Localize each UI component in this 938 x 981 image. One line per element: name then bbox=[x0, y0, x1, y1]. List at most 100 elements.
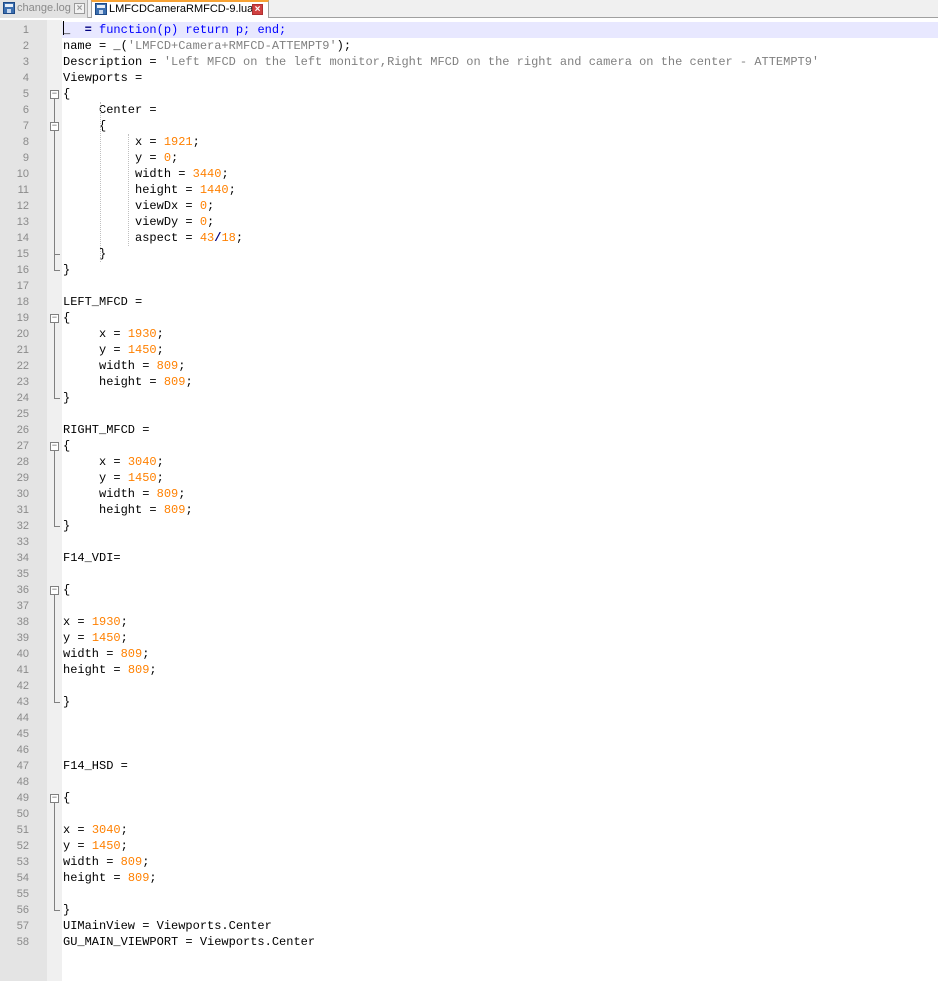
code-line[interactable]: 30 width = 809; bbox=[0, 486, 938, 502]
code-token: 'Left MFCD on the left monitor,Right MFC… bbox=[163, 55, 820, 69]
code-line[interactable]: 14 aspect = 43/18; bbox=[0, 230, 938, 246]
code-line[interactable]: 58 GU_MAIN_VIEWPORT = Viewports.Center bbox=[0, 934, 938, 950]
code-line[interactable]: 18 LEFT_MFCD = bbox=[0, 294, 938, 310]
line-number: 7 bbox=[22, 120, 29, 132]
code-line[interactable]: 38 x = 1930; bbox=[0, 614, 938, 630]
code-line[interactable]: 46 bbox=[0, 742, 938, 758]
code-text: height = 809; bbox=[63, 374, 193, 390]
code-token: ; bbox=[185, 503, 193, 517]
code-token: y = bbox=[63, 631, 92, 645]
code-line[interactable]: 11 height = 1440; bbox=[0, 182, 938, 198]
close-tab-icon[interactable]: × bbox=[74, 3, 85, 14]
code-token: 809 bbox=[127, 871, 150, 885]
code-token: ; bbox=[178, 359, 186, 373]
tab-label: LMFCDCameraRMFCD-9.lua bbox=[109, 3, 254, 15]
fold-line bbox=[54, 131, 55, 254]
code-line[interactable]: 29 y = 1450; bbox=[0, 470, 938, 486]
code-text: height = 809; bbox=[63, 662, 157, 678]
fold-collapse-icon[interactable]: − bbox=[50, 794, 59, 803]
code-line[interactable]: 52 y = 1450; bbox=[0, 838, 938, 854]
line-number: 41 bbox=[16, 664, 29, 676]
code-line[interactable]: 49 { bbox=[0, 790, 938, 806]
code-line[interactable]: 24} bbox=[0, 390, 938, 406]
code-line[interactable]: 12 viewDx = 0; bbox=[0, 198, 938, 214]
fold-collapse-icon[interactable]: − bbox=[50, 122, 59, 131]
code-line[interactable]: 4 Viewports = bbox=[0, 70, 938, 86]
save-disk-icon bbox=[95, 3, 107, 15]
code-text: y = 1450; bbox=[63, 342, 164, 358]
code-line[interactable]: 48 bbox=[0, 774, 938, 790]
line-number: 14 bbox=[16, 232, 29, 244]
code-line[interactable]: 32} bbox=[0, 518, 938, 534]
code-line[interactable]: 31 height = 809; bbox=[0, 502, 938, 518]
code-text: x = 3040; bbox=[63, 822, 128, 838]
code-token: ; bbox=[120, 631, 128, 645]
code-line[interactable]: 45 bbox=[0, 726, 938, 742]
code-line[interactable]: 33 bbox=[0, 534, 938, 550]
code-line[interactable]: 23 height = 809; bbox=[0, 374, 938, 390]
code-token: ; bbox=[149, 871, 157, 885]
line-number: 46 bbox=[16, 744, 29, 756]
code-line[interactable]: 43} bbox=[0, 694, 938, 710]
code-text: } bbox=[63, 262, 70, 278]
code-line[interactable]: 15 } bbox=[0, 246, 938, 262]
code-line[interactable]: 8 x = 1921; bbox=[0, 134, 938, 150]
code-token: 1450 bbox=[127, 343, 157, 357]
code-line[interactable]: 19 { bbox=[0, 310, 938, 326]
code-line[interactable]: 16} bbox=[0, 262, 938, 278]
code-line[interactable]: 57 UIMainView = Viewports.Center bbox=[0, 918, 938, 934]
indent-guide bbox=[100, 102, 101, 262]
code-token: x = bbox=[63, 455, 128, 469]
code-line[interactable]: 39 y = 1450; bbox=[0, 630, 938, 646]
code-line[interactable]: 21 y = 1450; bbox=[0, 342, 938, 358]
code-token: name = _( bbox=[63, 39, 128, 53]
code-token: Center = bbox=[63, 103, 157, 117]
code-line[interactable]: 34 F14_VDI= bbox=[0, 550, 938, 566]
code-line[interactable]: 28 x = 3040; bbox=[0, 454, 938, 470]
code-line[interactable]: 3 Description = 'Left MFCD on the left mo… bbox=[0, 54, 938, 70]
tab-lmfcdcamerarmfcd-9-lua[interactable]: LMFCDCameraRMFCD-9.lua × bbox=[91, 0, 269, 18]
code-line[interactable]: 22 width = 809; bbox=[0, 358, 938, 374]
code-text: } bbox=[63, 390, 70, 406]
line-number: 58 bbox=[16, 936, 29, 948]
code-token: _ bbox=[63, 23, 85, 37]
code-line[interactable]: 40 width = 809; bbox=[0, 646, 938, 662]
tab-change-log[interactable]: change.log × bbox=[0, 0, 88, 18]
code-line[interactable]: 7 { bbox=[0, 118, 938, 134]
code-line[interactable]: 26 RIGHT_MFCD = bbox=[0, 422, 938, 438]
fold-collapse-icon[interactable]: − bbox=[50, 442, 59, 451]
code-line[interactable]: 25 bbox=[0, 406, 938, 422]
fold-collapse-icon[interactable]: − bbox=[50, 314, 59, 323]
code-line[interactable]: 36 { bbox=[0, 582, 938, 598]
code-line[interactable]: 44 bbox=[0, 710, 938, 726]
code-line[interactable]: 51 x = 3040; bbox=[0, 822, 938, 838]
code-line[interactable]: 17 bbox=[0, 278, 938, 294]
code-line[interactable]: 41 height = 809; bbox=[0, 662, 938, 678]
code-line[interactable]: 55 bbox=[0, 886, 938, 902]
fold-collapse-icon[interactable]: − bbox=[50, 90, 59, 99]
code-line[interactable]: 54 height = 809; bbox=[0, 870, 938, 886]
fold-end-marker bbox=[54, 910, 60, 911]
code-line[interactable]: 10 width = 3440; bbox=[0, 166, 938, 182]
code-line[interactable]: 42 bbox=[0, 678, 938, 694]
code-line[interactable]: 13 viewDy = 0; bbox=[0, 214, 938, 230]
code-line[interactable]: 5{ bbox=[0, 86, 938, 102]
code-line[interactable]: 53 width = 809; bbox=[0, 854, 938, 870]
code-line[interactable]: 56} bbox=[0, 902, 938, 918]
code-line[interactable]: 2 name = _('LMFCD+Camera+RMFCD-ATTEMPT9')… bbox=[0, 38, 938, 54]
code-text: x = 3040; bbox=[63, 454, 164, 470]
code-line[interactable]: 47 F14_HSD = bbox=[0, 758, 938, 774]
code-line[interactable]: 1 _ = function(p) return p; end; bbox=[0, 22, 938, 38]
code-line[interactable]: 35 bbox=[0, 566, 938, 582]
code-line[interactable]: 6 Center = bbox=[0, 102, 938, 118]
code-text: F14_HSD = bbox=[63, 758, 128, 774]
code-line[interactable]: 37 bbox=[0, 598, 938, 614]
close-tab-icon[interactable]: × bbox=[252, 4, 263, 15]
fold-line bbox=[54, 323, 55, 398]
code-line[interactable]: 27 { bbox=[0, 438, 938, 454]
code-line[interactable]: 50 bbox=[0, 806, 938, 822]
fold-collapse-icon[interactable]: − bbox=[50, 586, 59, 595]
code-line[interactable]: 9 y = 0; bbox=[0, 150, 938, 166]
tab-label: change.log bbox=[17, 2, 71, 14]
code-line[interactable]: 20 x = 1930; bbox=[0, 326, 938, 342]
